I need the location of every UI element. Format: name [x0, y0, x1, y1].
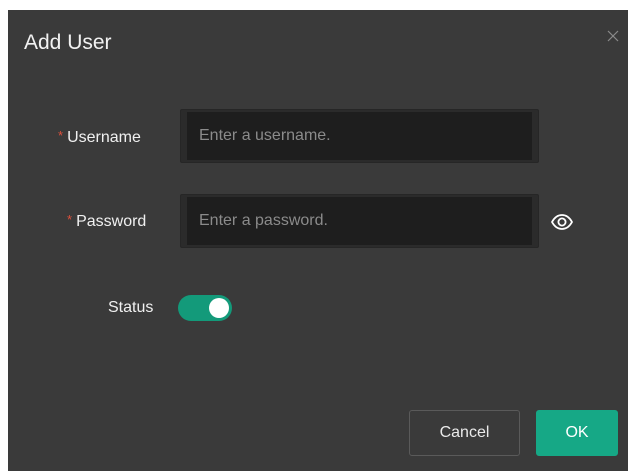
status-label: Status — [108, 299, 154, 316]
cancel-button[interactable]: Cancel — [409, 410, 520, 456]
toggle-password-visibility-button[interactable] — [550, 212, 574, 232]
username-field — [180, 109, 539, 163]
toggle-knob — [209, 298, 229, 318]
dialog-title: Add User — [24, 31, 112, 54]
close-button[interactable] — [604, 27, 622, 45]
eye-icon — [550, 214, 574, 230]
ok-button[interactable]: OK — [536, 410, 618, 456]
status-toggle[interactable] — [178, 295, 232, 321]
required-marker: * — [58, 128, 64, 143]
username-label: * Username — [58, 126, 141, 148]
close-icon — [607, 30, 619, 42]
password-input[interactable] — [187, 197, 532, 245]
password-label-text: Password — [76, 213, 147, 230]
required-marker: * — [67, 212, 73, 227]
password-field — [180, 194, 539, 248]
username-input[interactable] — [187, 112, 532, 160]
username-label-text: Username — [67, 129, 141, 146]
add-user-dialog: Add User *Username *Password Status Canc… — [8, 10, 628, 471]
password-label: * Password — [67, 210, 146, 232]
